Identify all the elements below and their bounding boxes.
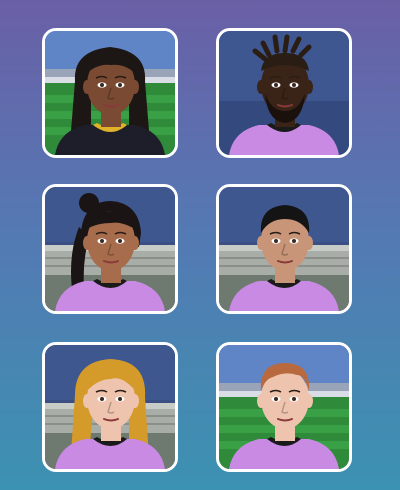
- avatar-6-image: [219, 345, 349, 469]
- avatar-card-2[interactable]: [216, 28, 352, 158]
- avatar-grid: [0, 0, 400, 490]
- avatar-card-5[interactable]: [42, 342, 178, 472]
- avatar-card-4[interactable]: [216, 184, 352, 314]
- avatar-4-image: [219, 187, 349, 311]
- avatar-3-image: [45, 187, 175, 311]
- avatar-card-1[interactable]: [42, 28, 178, 158]
- avatar-5-image: [45, 345, 175, 469]
- avatar-2-image: [219, 31, 349, 155]
- avatar-1-image: [45, 31, 175, 155]
- avatar-card-3[interactable]: [42, 184, 178, 314]
- avatar-card-6[interactable]: [216, 342, 352, 472]
